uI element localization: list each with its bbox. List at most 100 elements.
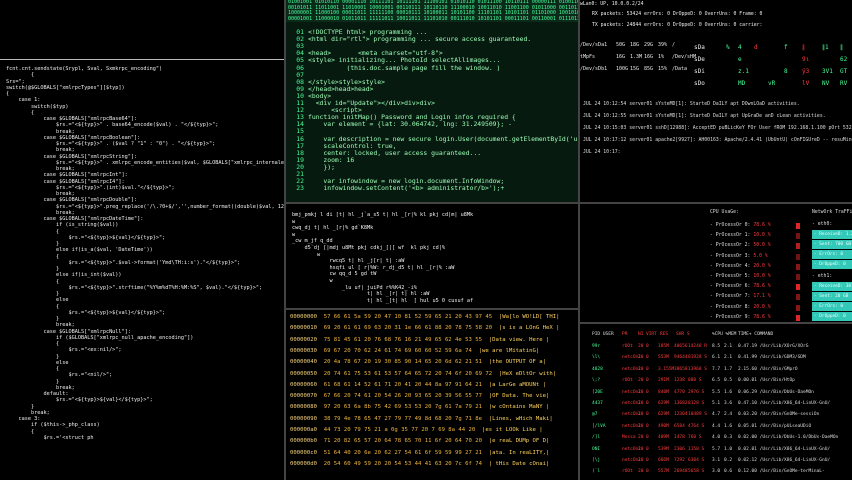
- hex-address: 00000060: [290, 381, 317, 388]
- top-blank-area: [0, 0, 284, 56]
- proc-cell: 557M: [658, 469, 669, 475]
- proc-cell: 0.02.01 /Usr/Lib/X86_64-LinUX-GnU/: [738, 446, 831, 452]
- hex-address: 00000010: [290, 325, 317, 332]
- proc-cell: 4.0: [712, 435, 721, 441]
- proc-cell: 20: [638, 412, 644, 418]
- processor-value: 78.6 %: [753, 284, 771, 290]
- garbled-line: d5`dj [|mdj u8Mt pkj cdkj_[|[ wf kl pkj …: [292, 245, 446, 251]
- proc-cell: \;?: [592, 378, 601, 384]
- disk-a: 100G: [616, 66, 629, 72]
- proc-cell: 0.3: [724, 435, 733, 441]
- disk-m: /Data: [672, 66, 688, 72]
- eth0-label: - eth0:: [812, 222, 833, 227]
- cpu-bar: [796, 243, 800, 250]
- disk-d: 15%: [658, 66, 668, 72]
- network-interface-status: wLan0: UP, 10.0.0.2/24 RX packets: 53424…: [580, 0, 852, 38]
- proc-cell: 0: [646, 401, 649, 406]
- proc-cell: 0: [646, 378, 649, 384]
- code-text: infowindow.setContent('<b> administrator…: [308, 184, 505, 193]
- proc-cell: 0.00.01 /Usr/Bin/HtOp: [738, 378, 795, 384]
- proc-cell: 4828: [592, 366, 603, 372]
- processor-label: - PrOcessOr 2:: [710, 243, 751, 249]
- html-code-editor: 01 <!DOCTYPE html> programming ... 02 <html…: [286, 22, 578, 202]
- proc-cell: 4437: [592, 401, 603, 406]
- glyph-cell: 9ι: [802, 56, 810, 63]
- eth1-stat: - Sent: 20 GB: [812, 292, 852, 301]
- proc-cell: 0: [646, 366, 649, 372]
- disk-m: /Dev/sHM: [672, 54, 697, 60]
- hex-bytes: 44 73 20 79 75 21 a 0g 35 77 20 7 69 8a …: [323, 427, 476, 433]
- proc-header-cell: PR: [622, 332, 628, 337]
- hex-bytes: 69 20 61 61 69 63 20 31 1e 66 61 88 20 7…: [323, 325, 493, 332]
- proc-cell: 3.155M: [658, 366, 675, 372]
- code-text: (this.doc.sample page fill the window. ): [308, 63, 501, 72]
- cpu-bar: [796, 253, 800, 260]
- proc-cell: 0: [646, 446, 649, 452]
- hex-ascii: |OF Data. The vie|: [488, 393, 550, 400]
- processor-value: 10.0 %: [753, 274, 771, 279]
- hex-bytes: 57 66 61 5a 59 20 47 10 81 52 59 65 21 2…: [323, 314, 493, 320]
- log-line: JUL 24 10:17:: [583, 150, 621, 155]
- proc-cell: 20: [638, 458, 644, 463]
- garbled-line: rwcq5 t| hl _j[r| t| :aW: [292, 258, 405, 265]
- processor-value: 20.0 %: [753, 263, 771, 269]
- code-row: 02 <html dir="rtl"> programming ... secur…: [290, 35, 531, 44]
- tx-packets: TX packets: 24844 errOrs: 0 DrOppeD: 0 O…: [592, 23, 763, 28]
- hex-address: 000000d0: [290, 460, 317, 467]
- glyph-cell: d: [754, 44, 758, 51]
- glyph-cell: NV: [822, 80, 830, 87]
- proc-cell: 7.7: [712, 366, 721, 372]
- cpu-row: - PrOcessOr 0: 78.6 %: [710, 223, 771, 228]
- proc-cell: 0.03.20 /Usr/Bin/GnOMe-sessiOn: [738, 412, 820, 418]
- proc-cell: 40656: [674, 344, 688, 349]
- hex-address: 00000070: [290, 393, 317, 400]
- proc-cell: 0.2: [724, 458, 733, 463]
- garbled-line: w: [292, 251, 321, 258]
- garbled-line: bmj_pmkj l di [t| hl _j`a_s5 t| hl _[r|%…: [292, 212, 474, 218]
- cpu-bar: [796, 263, 800, 270]
- proc-cell: 2.4: [724, 412, 733, 418]
- proc-cell: 38658: [674, 366, 688, 372]
- garbled-line: w: [292, 218, 296, 225]
- proc-cell: 20: [638, 355, 644, 361]
- hex-row: 000000b0 71 20 82 65 57 20 64 78 65 70 1…: [290, 436, 549, 447]
- disk-c: 16G: [644, 54, 654, 60]
- processor-value: 5.0 %: [753, 253, 768, 259]
- hex-bytes: 97 20 63 6a 8b 75 42 69 53 53 20 7g 61 7…: [323, 404, 482, 411]
- hex-ascii: |e reaL DUMp OF D|: [488, 438, 550, 445]
- garbled-line: w: [292, 231, 296, 238]
- processor-value: 20.0 %: [753, 304, 771, 310]
- hex-bytes: 61 68 61 14 52 61 71 20 41 20 44 8a 97 9…: [323, 381, 482, 388]
- code-text: <html dir="rtl"> programming ... secure …: [308, 35, 532, 44]
- code-text: });: [308, 162, 335, 171]
- cpu-bar: [796, 294, 800, 301]
- proc-cell: 14248 R: [688, 344, 707, 349]
- cpu-row: - PrOcessOr 1: 10.0 %: [710, 233, 771, 238]
- glyph-cell: e: [738, 56, 742, 63]
- proc-header-cell: PID USER: [592, 332, 614, 337]
- hex-bytes: 38 79 4e 78 65 47 27 79 77 49 8d 68 20 7…: [323, 415, 482, 422]
- proc-cell: 5.5: [712, 389, 721, 395]
- proc-cell: 4.7: [712, 412, 721, 418]
- proc-cell: 5658 S: [688, 469, 705, 475]
- proc-cell: 6304 S: [688, 458, 705, 463]
- garbled-line: t| hl _[t| hl [ hul u5 0 cusuf af: [292, 297, 474, 304]
- disk-d: 39%: [658, 42, 668, 48]
- proc-cell: 0: [646, 355, 649, 361]
- proc-cell: 4.4: [712, 423, 721, 429]
- disk-b: 15G: [630, 66, 640, 72]
- cpu-row: - PrOcessOr 9: 78.6 %: [710, 315, 771, 320]
- network-traffic-panel: NetwOrk TraFFic: - eth0: - ReceiveD: 1.2 T…: [812, 206, 852, 322]
- code-line: $rs.="<${typ}>".preg_replace('/\.?0+$/',…: [55, 203, 284, 210]
- hex-ascii: |es it LOOk Like |: [482, 427, 543, 433]
- glyph-cell: %: [726, 44, 730, 51]
- disk-b: 18G: [630, 42, 640, 48]
- disk-c: 85G: [644, 66, 654, 72]
- glyph-cell: RV: [840, 80, 848, 87]
- processor-value: 17.1 %: [753, 294, 771, 300]
- processor-label: - PrOcessOr 6:: [710, 284, 751, 290]
- garbled-line: _cw m_jf q_dd: [292, 238, 333, 245]
- hex-bytes: 75 81 45 61 20 76 68 76 16 21 49 65 62 4…: [323, 336, 482, 343]
- hex-ascii: |s is a LOnG HeX |: [498, 325, 560, 332]
- proc-cell: 8128 S: [688, 401, 705, 406]
